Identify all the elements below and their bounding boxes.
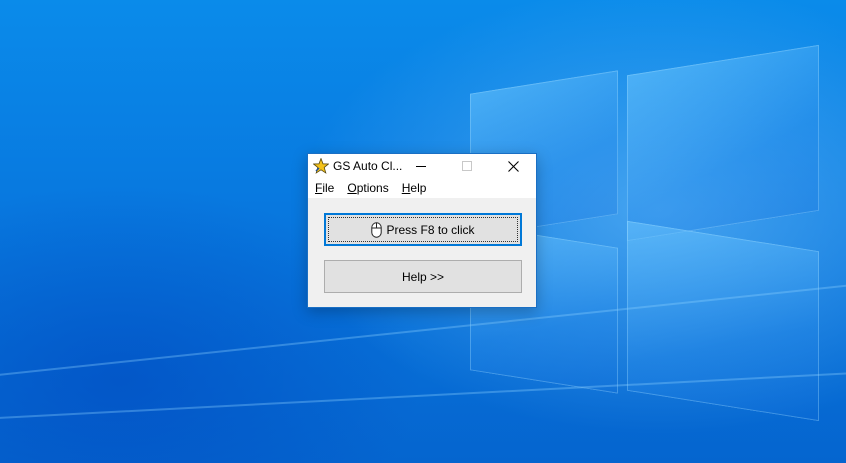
window-title: GS Auto Cl...	[333, 159, 403, 173]
title-bar[interactable]: GS Auto Cl...	[308, 154, 536, 178]
menu-help[interactable]: Help	[395, 178, 433, 198]
menu-options[interactable]: Options	[340, 178, 394, 198]
press-to-click-label: Press F8 to click	[386, 222, 475, 237]
minimize-icon	[416, 166, 426, 167]
client-area: Press F8 to click Help >>	[308, 198, 536, 307]
app-window: GS Auto Cl... File Options Help Press F8…	[307, 153, 537, 308]
minimize-button[interactable]	[398, 154, 444, 178]
windows-logo-pane-top-right	[627, 44, 819, 242]
star-icon	[313, 158, 329, 174]
press-to-click-button[interactable]: Press F8 to click	[324, 213, 522, 246]
mouse-icon	[371, 221, 383, 238]
menu-bar: File Options Help	[308, 178, 536, 198]
help-button-label: Help >>	[401, 269, 445, 284]
desktop-background: GS Auto Cl... File Options Help Press F8…	[0, 0, 846, 463]
close-icon	[507, 160, 519, 172]
maximize-button[interactable]	[444, 154, 490, 178]
menu-file[interactable]: File	[308, 178, 340, 198]
close-button[interactable]	[490, 154, 536, 178]
help-expand-button[interactable]: Help >>	[324, 260, 522, 293]
maximize-icon	[462, 161, 472, 171]
windows-logo-pane-bottom-right	[627, 220, 819, 422]
